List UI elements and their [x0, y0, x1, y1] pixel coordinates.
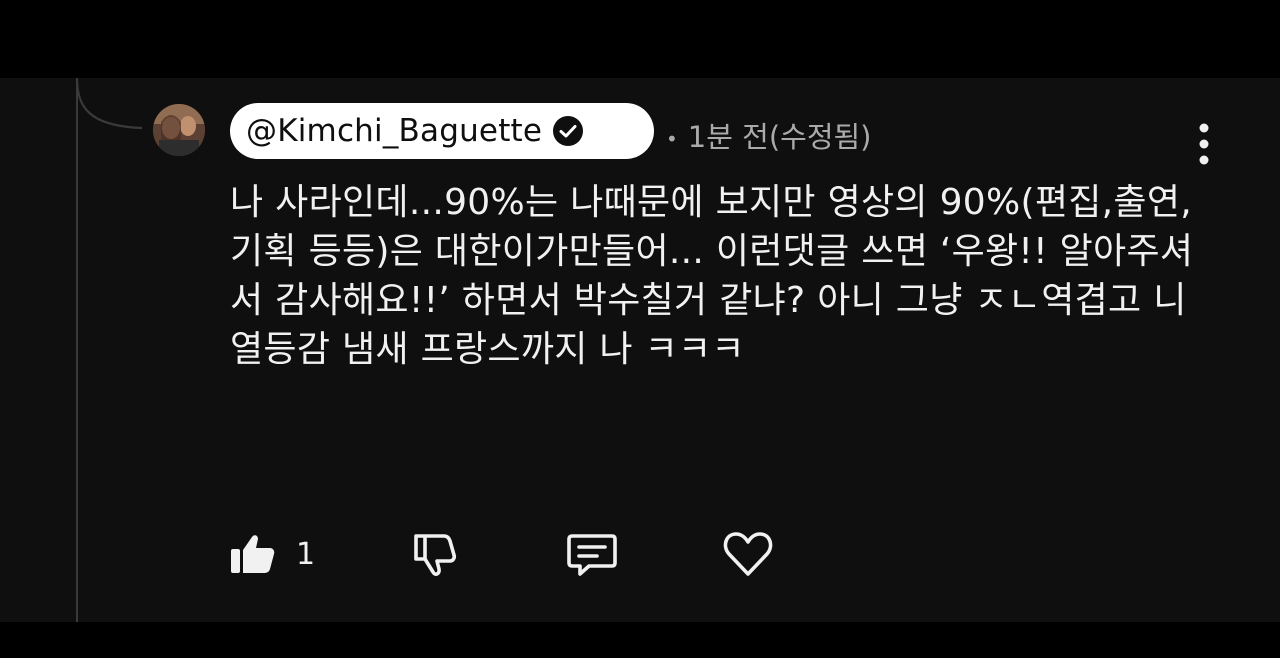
verified-check-icon: [552, 115, 584, 147]
comment-panel: @Kimchi_Baguette • 1분 전(수정됨) 나 사라인데...90%…: [0, 78, 1280, 622]
comment-time[interactable]: 1분 전(수정됨): [688, 120, 872, 154]
comment-meta: • 1분 전(수정됨): [666, 114, 872, 156]
bottom-letterbox: [0, 622, 1280, 658]
top-letterbox: [0, 0, 1280, 78]
like-button[interactable]: 1: [228, 524, 315, 584]
thumbs-up-filled-icon: [228, 529, 278, 579]
more-vert-icon[interactable]: [1192, 122, 1216, 166]
author-badge[interactable]: @Kimchi_Baguette: [230, 103, 654, 159]
comment-actions: 1: [228, 524, 828, 584]
comment-text: 나 사라인데...90%는 나때문에 보지만 영상의 90%(편집,출연,기획 …: [230, 182, 1199, 370]
dislike-button[interactable]: [408, 524, 460, 584]
thumbs-down-outline-icon: [408, 528, 460, 580]
heart-outline-icon: [720, 526, 776, 582]
meta-separator: •: [666, 127, 678, 151]
reply-button[interactable]: [564, 524, 620, 584]
thread-line: [76, 78, 78, 622]
comment-reply-icon: [564, 526, 620, 582]
avatar[interactable]: [153, 104, 205, 156]
like-count: 1: [296, 536, 316, 572]
thread-connector: [75, 78, 143, 130]
author-name[interactable]: @Kimchi_Baguette: [246, 113, 542, 149]
avatar-image: [153, 104, 205, 156]
heart-button[interactable]: [720, 524, 776, 584]
